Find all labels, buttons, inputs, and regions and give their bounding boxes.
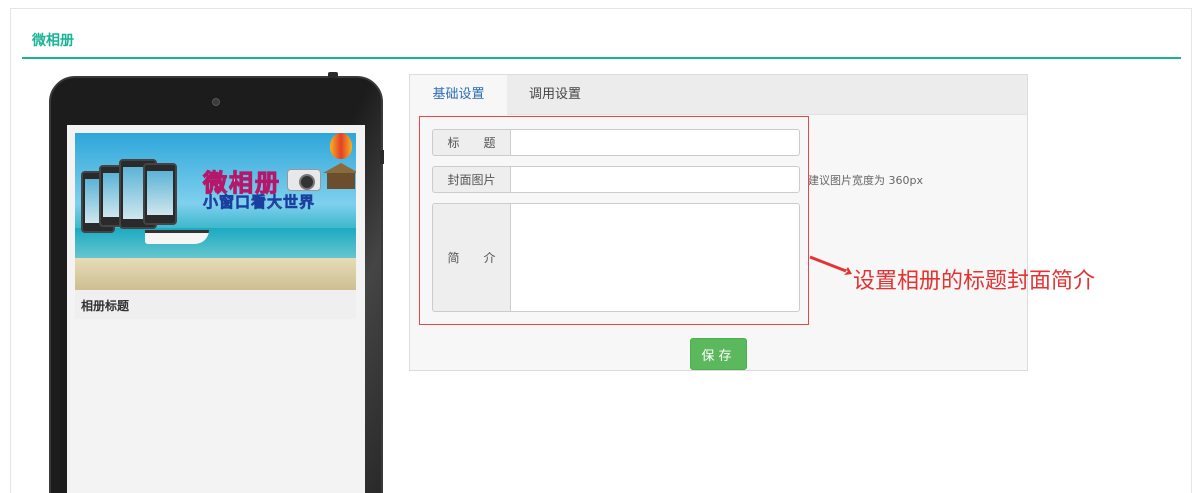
title-divider [22,57,1181,59]
annotation-text: 设置相册的标题封面简介 [853,269,1096,294]
cover-phone-graphic [143,163,177,225]
cover-beach [75,258,356,290]
cover-image-hint: 建议图片宽度为 360px [808,174,923,187]
tab-call-settings[interactable]: 调用设置 [507,75,603,115]
album-title-preview: 相册标题 [81,299,130,313]
cover-hut-graphic [323,163,356,189]
page-title: 微相册 [32,33,74,49]
camera-icon [287,169,321,191]
tab-basic-settings[interactable]: 基础设置 [410,75,507,115]
balloon-icon [330,133,352,159]
annotation-arrow-icon [809,255,852,275]
cover-boat-graphic [145,230,209,244]
tablet-camera-icon [212,98,220,106]
album-cover-image: 微相册 小窗口看大世界 [75,133,356,290]
cover-sea [75,228,356,258]
tablet-volume-button [380,150,384,164]
tablet-power-button [328,72,338,78]
album-preview-card[interactable]: 微相册 小窗口看大世界 相册标题 [75,133,356,319]
tab-bar: 基础设置 调用设置 [410,75,1027,115]
save-button[interactable]: 保存 [690,338,747,370]
annotation-highlight-box [419,116,809,325]
cover-subtitle-text: 小窗口看大世界 [203,193,316,212]
